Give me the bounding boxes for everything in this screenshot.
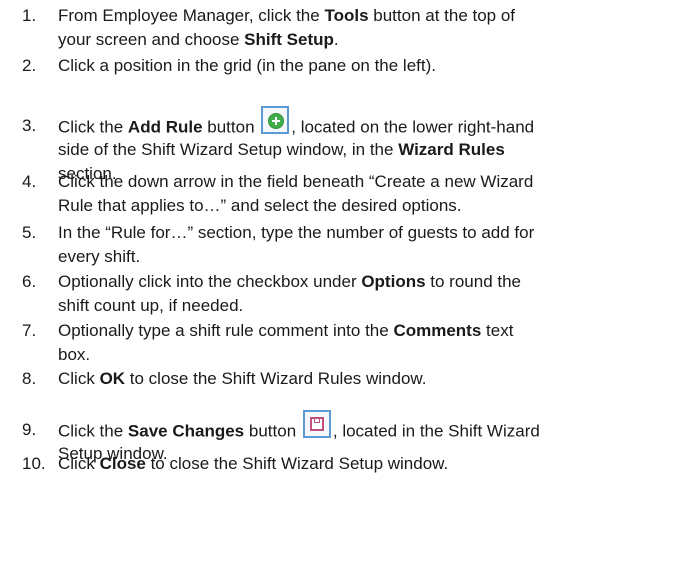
step-line: every shift. — [58, 245, 670, 269]
text-run: text — [481, 321, 514, 340]
text-run: , located on the lower right-hand — [291, 117, 535, 137]
text-run: Click — [58, 369, 100, 388]
step-line: box. — [58, 343, 670, 367]
text-run: Optionally click into the checkbox under — [58, 272, 362, 291]
step-line: Click the Save Changes button , located … — [58, 410, 670, 442]
text-run: From Employee Manager, click the — [58, 6, 325, 25]
step-line: shift count up, if needed. — [58, 294, 670, 318]
step-text: In the “Rule for…” section, type the num… — [58, 221, 670, 269]
step-number: 2. — [22, 56, 37, 75]
step-line: From Employee Manager, click the Tools b… — [58, 4, 670, 28]
text-run: In the “Rule for…” section, type the num… — [58, 223, 535, 242]
step-line: Click the Add Rule button , located on t… — [58, 106, 670, 138]
step-text: Click Close to close the Shift Wizard Se… — [58, 452, 670, 476]
step-number: 5. — [22, 223, 37, 242]
text-run: . — [333, 30, 339, 49]
step-number: 3. — [22, 116, 37, 135]
step-number: 1. — [22, 6, 37, 25]
step-line: Optionally type a shift rule comment int… — [58, 319, 670, 343]
step-number: 10. — [22, 454, 46, 473]
step-line: Rule that applies to…” and select the de… — [58, 194, 670, 218]
text-run: box. — [58, 345, 91, 364]
text-run: Optionally type a shift rule comment int… — [58, 321, 394, 340]
step-line: Click a position in the grid (in the pan… — [58, 54, 670, 78]
step-line: Click the down arrow in the field beneat… — [58, 170, 670, 194]
bold-term: Tools — [324, 6, 369, 25]
bold-term: Options — [361, 272, 426, 291]
bold-term: Comments — [393, 321, 482, 340]
text-run: button at the top of — [368, 6, 516, 25]
bold-term: Shift Setup — [244, 30, 334, 49]
bold-term: Close — [99, 454, 146, 473]
text-run: to round the — [425, 272, 522, 291]
text-run: Click — [58, 454, 100, 473]
text-run: to close the Shift Wizard Rules window. — [125, 369, 427, 388]
step-line: Click Close to close the Shift Wizard Se… — [58, 452, 670, 476]
step-line: Optionally click into the checkbox under… — [58, 270, 670, 294]
text-run: button — [202, 117, 260, 137]
step-text: Optionally click into the checkbox under… — [58, 270, 670, 318]
step-text: Optionally type a shift rule comment int… — [58, 319, 670, 367]
step-number: 7. — [22, 321, 37, 340]
text-run: button — [244, 421, 301, 441]
text-run: shift count up, if needed. — [58, 296, 244, 315]
step-number: 6. — [22, 272, 37, 291]
step-number: 9. — [22, 420, 37, 439]
step-line: your screen and choose Shift Setup. — [58, 28, 670, 52]
step-text: From Employee Manager, click the Tools b… — [58, 4, 670, 52]
bold-term: Save Changes — [127, 421, 245, 441]
text-run: your screen and choose — [58, 30, 245, 49]
save-icon — [302, 410, 331, 438]
bold-term: Add Rule — [127, 117, 203, 137]
bold-term: Wizard Rules — [398, 140, 505, 159]
step-text: Click OK to close the Shift Wizard Rules… — [58, 367, 670, 391]
step-number: 4. — [22, 172, 37, 191]
step-text: Click a position in the grid (in the pan… — [58, 54, 670, 78]
text-run: side of the Shift Wizard Setup window, i… — [58, 140, 399, 159]
step-line: In the “Rule for…” section, type the num… — [58, 221, 670, 245]
text-run: Click the — [58, 421, 128, 441]
text-run: Click the down arrow in the field beneat… — [58, 172, 534, 191]
step-line: Click OK to close the Shift Wizard Rules… — [58, 367, 670, 391]
bold-term: OK — [99, 369, 126, 388]
text-run: Rule that applies to…” and select the de… — [58, 196, 462, 215]
text-run: Click the — [58, 117, 128, 137]
step-number: 8. — [22, 369, 37, 388]
text-run: Click a position in the grid (in the pan… — [58, 56, 436, 75]
step-line: side of the Shift Wizard Setup window, i… — [58, 138, 670, 162]
add-icon — [261, 106, 290, 134]
text-run: to close the Shift Wizard Setup window. — [145, 454, 449, 473]
step-text: Click the down arrow in the field beneat… — [58, 170, 670, 218]
text-run: , located in the Shift Wizard — [332, 421, 540, 441]
text-run: every shift. — [58, 247, 141, 266]
